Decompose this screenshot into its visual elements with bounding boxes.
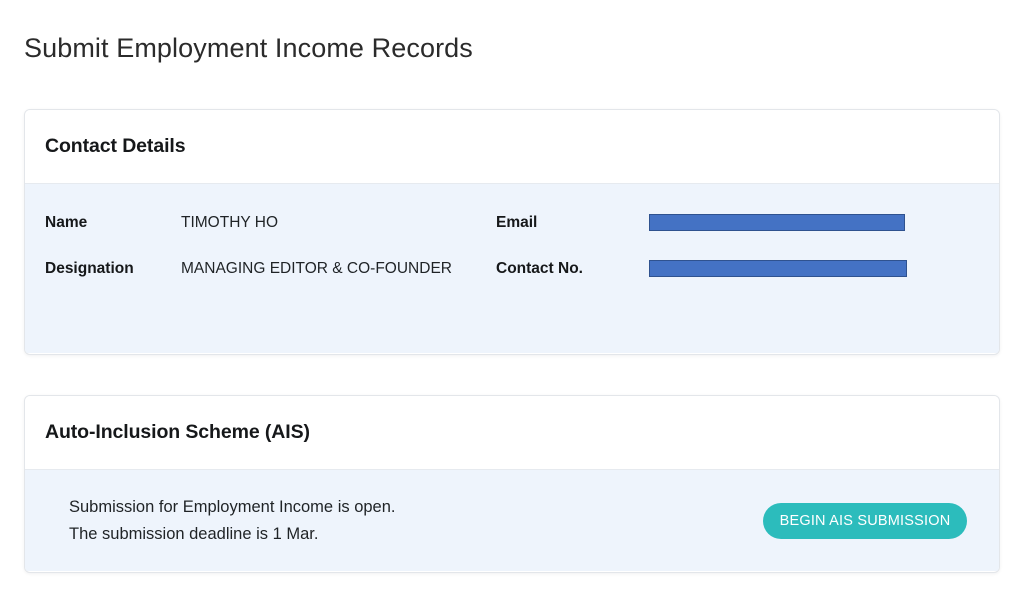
detail-row: Designation MANAGING EDITOR & CO-FOUNDER… [25, 252, 999, 286]
ais-card-header: Auto-Inclusion Scheme (AIS) [25, 396, 999, 470]
contact-details-card-header: Contact Details [25, 110, 999, 184]
contact-details-grid: Name TIMOTHY HO Email [25, 184, 999, 286]
email-label: Email [496, 214, 537, 232]
ais-card-body: Submission for Employment Income is open… [25, 470, 999, 571]
designation-label-cell: Designation [25, 260, 181, 278]
email-label-cell: Email [496, 214, 649, 232]
ais-status-line-1: Submission for Employment Income is open… [69, 494, 395, 521]
designation-label: Designation [45, 260, 134, 278]
ais-status-message: Submission for Employment Income is open… [69, 494, 395, 548]
email-value-cell [649, 214, 999, 232]
ais-title: Auto-Inclusion Scheme (AIS) [45, 421, 310, 444]
ais-body-inner: Submission for Employment Income is open… [25, 470, 999, 571]
designation-value: MANAGING EDITOR & CO-FOUNDER [181, 260, 452, 278]
email-redaction-wrap [649, 214, 905, 232]
contact-details-card: Contact Details Name TIMOTHY HO Email [24, 109, 1000, 355]
contact-no-value-cell [649, 260, 999, 278]
ais-card: Auto-Inclusion Scheme (AIS) Submission f… [24, 395, 1000, 573]
detail-row: Name TIMOTHY HO Email [25, 206, 999, 240]
contact-no-label: Contact No. [496, 260, 583, 278]
contact-no-redaction-bar [649, 260, 907, 277]
name-label-cell: Name [25, 214, 181, 232]
name-value-cell: TIMOTHY HO [181, 214, 496, 232]
begin-ais-submission-button[interactable]: BEGIN AIS SUBMISSION [763, 503, 967, 539]
designation-value-cell: MANAGING EDITOR & CO-FOUNDER [181, 260, 496, 278]
contact-details-card-body: Name TIMOTHY HO Email [25, 184, 999, 353]
email-redaction-bar [649, 214, 905, 231]
name-label: Name [45, 214, 87, 232]
contact-details-title: Contact Details [45, 135, 185, 158]
contact-no-redaction-wrap [649, 260, 907, 278]
name-value: TIMOTHY HO [181, 214, 278, 232]
page-root: Submit Employment Income Records Contact… [0, 0, 1024, 610]
contact-no-label-cell: Contact No. [496, 260, 649, 278]
ais-status-line-2: The submission deadline is 1 Mar. [69, 521, 395, 548]
page-title: Submit Employment Income Records [24, 30, 473, 66]
